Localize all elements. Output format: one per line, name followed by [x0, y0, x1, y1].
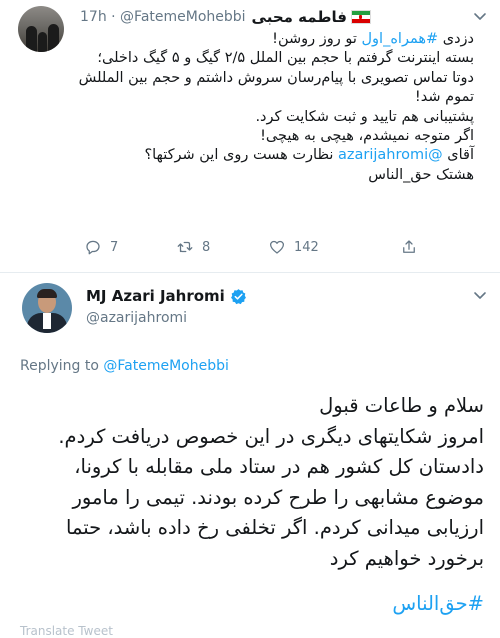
tweet-line: امروز شکایتهای دیگری در این خصوص دریافت … [58, 424, 484, 570]
replying-prefix: Replying to [20, 358, 99, 374]
display-name[interactable]: فاطمه محبی [252, 8, 347, 26]
tweet-original[interactable]: 17h · @FatemeMohebbi فاطمه محبی دزدی #هم… [0, 0, 500, 272]
mention-link[interactable]: @azarijahromi [338, 147, 443, 163]
like-button[interactable]: 142 [268, 238, 360, 256]
like-count: 142 [294, 239, 319, 255]
avatar[interactable] [22, 283, 72, 333]
display-name[interactable]: MJ Azari Jahromi [86, 287, 225, 305]
tweet-line: آقای @azarijahromi نظارت هست روی این شرک… [144, 147, 474, 164]
tweet-actions: 7 8 142 [84, 236, 476, 258]
tweet-line: اگر متوجه نمیشدم، هیچی به هیچی! [260, 128, 474, 145]
tweet-line: هشتک حق_الناس [368, 166, 474, 183]
chevron-down-icon[interactable] [472, 8, 488, 24]
chevron-down-icon[interactable] [472, 287, 488, 303]
tweet-line: سلام و طاعات قبول [319, 394, 484, 417]
iran-flag-icon [350, 10, 371, 24]
user-handle[interactable]: @FatemeMohebbi [120, 9, 246, 25]
retweet-icon [177, 241, 193, 253]
tweet-line: پشتیبانی هم تایید و ثبت شکایت کرد. [255, 108, 474, 125]
tweet-text: سلام و طاعات قبول امروز شکایتهای دیگری د… [14, 391, 484, 574]
separator-dot: · [106, 9, 121, 25]
hashtag-link[interactable]: #حق‌الناس [392, 592, 484, 615]
reply-button[interactable]: 7 [84, 238, 176, 256]
tweet-line: دوتا تماس تصویری با پیام‌رسان سروش داشتم… [78, 69, 474, 106]
share-button[interactable] [400, 238, 426, 256]
tweet-line: دزدی #همراه_اول تو روز روشن! [272, 31, 474, 47]
tweet-header: 17h · @FatemeMohebbi فاطمه محبی [80, 6, 470, 28]
tweet-text: دزدی #همراه_اول تو روز روشن! بسته اینترن… [74, 30, 474, 185]
verified-badge-icon [230, 288, 246, 304]
reply-count: 7 [110, 239, 119, 255]
retweet-button[interactable]: 8 [176, 238, 268, 256]
reply-icon [86, 240, 100, 255]
translate-link[interactable]: Translate Tweet [20, 624, 113, 638]
tweet-time[interactable]: 17h [80, 9, 107, 25]
tweet-line: بسته اینترنت گرفتم با حجم بین الملل ۲/۵ … [97, 50, 474, 67]
heart-icon [269, 240, 285, 254]
avatar[interactable] [18, 6, 64, 52]
share-icon [403, 240, 415, 253]
user-handle[interactable]: @azarijahromi [86, 310, 187, 326]
display-name-row: MJ Azari Jahromi [86, 287, 247, 305]
replying-to-link[interactable]: @FatemeMohebbi [103, 358, 229, 374]
tweet-reply[interactable]: MJ Azari Jahromi @azarijahromi Replying … [0, 273, 500, 638]
hashtag-link[interactable]: #همراه_اول [362, 31, 439, 47]
replying-to: Replying to @FatemeMohebbi [20, 358, 229, 374]
retweet-count: 8 [202, 239, 211, 255]
